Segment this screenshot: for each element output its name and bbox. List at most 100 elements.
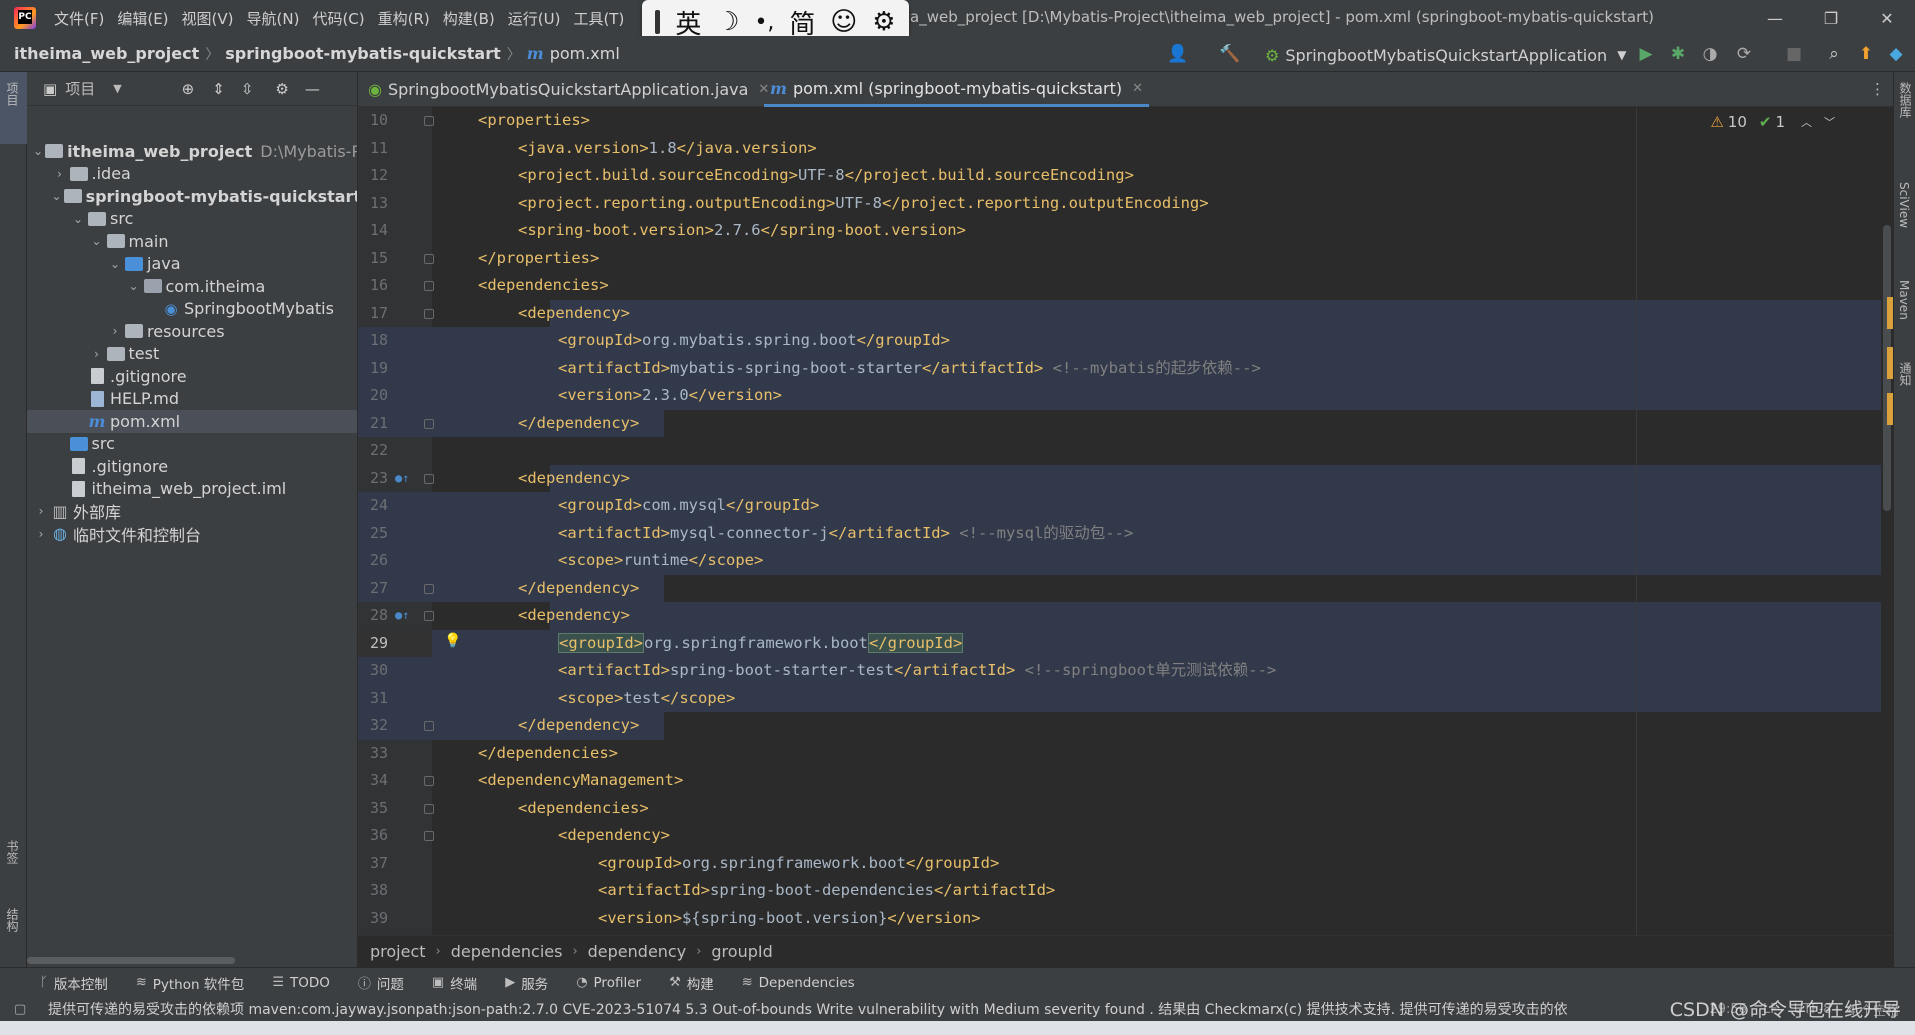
fold-marker-icon[interactable] (424, 583, 434, 594)
tree-item[interactable]: m pom.xml (27, 410, 357, 433)
build-hammer-icon[interactable]: 🔨 (1219, 44, 1240, 64)
more-tabs-icon[interactable]: ⋮ (1870, 80, 1885, 98)
structure-tool-label[interactable]: 结构 (4, 908, 21, 932)
code-line[interactable]: 23 ●↑ <dependency> (358, 464, 1893, 493)
chevron-right-icon[interactable]: › (33, 504, 49, 518)
chevron-up-icon[interactable]: ︿ (1801, 114, 1812, 130)
restore-button[interactable]: ❐ (1803, 0, 1859, 36)
tree-item[interactable]: src (27, 433, 357, 456)
code-line[interactable]: 34 <dependencyManagement> (358, 767, 1893, 795)
user-account-icon[interactable]: 👤 (1167, 44, 1188, 64)
bottom-tool-button[interactable]: ▶ 服务 (505, 973, 548, 993)
maven-dependency-gutter-icon[interactable]: ●↑ (395, 465, 409, 493)
collapse-all-icon[interactable]: ⇳ (241, 80, 254, 98)
code-line[interactable]: 35 <dependencies> (358, 795, 1893, 823)
menu-item[interactable]: 构建(B) (443, 8, 495, 29)
code-line[interactable]: 12 <project.build.sourceEncoding>UTF-8</p… (358, 162, 1893, 190)
maven-dependency-gutter-icon[interactable]: ●↑ (395, 602, 409, 630)
debug-bug-icon[interactable]: ✱ (1668, 44, 1688, 64)
tree-item[interactable]: ⌄ src (27, 208, 357, 231)
chevron-down-icon[interactable]: ⌄ (126, 279, 142, 293)
nav-crumb-project[interactable]: itheima_web_project (14, 44, 199, 63)
fold-marker-icon[interactable] (424, 776, 434, 786)
project-tool-label[interactable]: 项目 (4, 82, 21, 106)
bottom-tool-button[interactable]: ☰ TODO (272, 975, 330, 991)
breadcrumb-item[interactable]: dependency (588, 942, 687, 961)
chevron-down-icon[interactable]: ⌄ (33, 144, 43, 158)
tree-item[interactable]: ⌄ springboot-mybatis-quickstart (27, 185, 358, 208)
fold-marker-icon[interactable] (424, 803, 434, 814)
code-line[interactable]: 28 ●↑ <dependency> (358, 602, 1893, 630)
fold-marker-icon[interactable] (424, 611, 434, 621)
code-line[interactable]: 31 <scope>test</scope> (358, 684, 1893, 712)
ime-script-toggle[interactable]: 简 (789, 4, 815, 41)
run-icon[interactable]: ▶ (1636, 44, 1656, 64)
minimize-button[interactable]: — (1747, 0, 1803, 36)
code-line[interactable]: 11 <java.version>1.8</java.version> (358, 135, 1893, 163)
chevron-down-icon[interactable]: ⌄ (89, 234, 105, 248)
code-line[interactable]: 37 <groupId>org.springframework.boot</gro… (358, 850, 1893, 878)
chevron-down-icon[interactable]: ﹀ (1824, 114, 1835, 130)
chevron-right-icon[interactable]: › (33, 527, 49, 541)
chevron-down-icon[interactable]: ⌄ (70, 212, 86, 226)
tree-item[interactable]: › resources (27, 320, 357, 343)
panel-toggle-icon[interactable]: ▢ (14, 1002, 26, 1017)
bottom-tool-button[interactable]: ᚴ 版本控制 (40, 973, 108, 993)
fold-marker-icon[interactable] (424, 253, 434, 264)
code-line[interactable]: 13 <project.reporting.outputEncoding>UTF-… (358, 190, 1893, 218)
fold-marker-icon[interactable] (424, 473, 434, 484)
code-line[interactable]: 24 <groupId>com.mysql</groupId> (358, 492, 1893, 520)
maven-tool-label[interactable]: Maven (1897, 280, 1911, 320)
chevron-right-icon[interactable]: › (52, 167, 68, 181)
tree-item[interactable]: itheima_web_project.iml (27, 478, 357, 501)
code-line[interactable]: 20 <version>2.3.0</version> (358, 382, 1893, 410)
ime-language-toggle[interactable]: 英 (675, 4, 701, 41)
close-icon[interactable]: ✕ (1132, 81, 1143, 96)
fold-marker-icon[interactable] (424, 116, 434, 126)
menu-item[interactable]: 视图(V) (182, 8, 234, 29)
tree-item[interactable]: › ▥ 外部库 (27, 500, 357, 523)
project-horizontal-scrollbar[interactable] (27, 954, 358, 967)
bottom-tool-button[interactable]: ▣ 终端 (432, 973, 477, 993)
code-editor[interactable]: 10 <properties> 11 <java.version>1.8</java.… (358, 107, 1893, 935)
locate-target-icon[interactable]: ⊕ (182, 80, 195, 98)
search-icon[interactable]: ⌕ (1824, 44, 1844, 64)
tab-java-application[interactable]: ◉ SpringbootMybatisQuickstartApplication… (368, 72, 769, 107)
tree-item[interactable]: › .idea (27, 163, 357, 186)
chevron-right-icon[interactable]: › (89, 347, 105, 361)
code-line[interactable]: 25 <artifactId>mysql-connector-j</artifac… (358, 519, 1893, 547)
menu-item[interactable]: 编辑(E) (117, 8, 168, 29)
hide-panel-icon[interactable]: — (305, 80, 320, 98)
code-line[interactable]: 10 <properties> (358, 107, 1893, 135)
fold-marker-icon[interactable] (424, 831, 434, 841)
tree-item[interactable]: HELP.md (27, 388, 357, 411)
pycharm-logo-icon[interactable]: PC (14, 7, 36, 29)
tree-item[interactable]: ⌄ main (27, 230, 357, 253)
tree-item[interactable]: .gitignore (27, 365, 357, 388)
code-line[interactable]: 14 <spring-boot.version>2.7.6</spring-boo… (358, 217, 1893, 245)
tab-pom-xml[interactable]: m pom.xml (springboot-mybatis-quickstart… (764, 72, 1150, 107)
code-line[interactable]: 39 <version>${spring-boot.version}</versi… (358, 905, 1893, 933)
code-line[interactable]: 33 </dependencies> (358, 740, 1893, 768)
notifications-tool-label[interactable]: 通知 (1897, 362, 1914, 386)
menu-item[interactable]: 工具(T) (573, 8, 624, 29)
fold-marker-icon[interactable] (424, 721, 434, 731)
code-line[interactable]: 27 </dependency> (358, 574, 1893, 602)
editor-vertical-scrollbar[interactable] (1881, 107, 1893, 935)
code-line[interactable]: 15 </properties> (358, 245, 1893, 273)
tree-item[interactable]: ⌄ java (27, 253, 357, 276)
tree-item[interactable]: ⌄ com.itheima (27, 275, 357, 298)
code-line[interactable]: 30 <artifactId>spring-boot-starter-test</… (358, 657, 1893, 685)
menu-item[interactable]: 运行(U) (508, 8, 561, 29)
jetbrains-ai-icon[interactable]: ◆ (1886, 44, 1906, 64)
sciview-tool-label[interactable]: SciView (1897, 182, 1911, 228)
code-line[interactable]: 36 <dependency> (358, 822, 1893, 850)
fold-marker-icon[interactable] (424, 281, 434, 291)
emoji-icon[interactable]: ☺ (830, 7, 857, 37)
menu-item[interactable]: 文件(F) (54, 8, 104, 29)
database-tool-label[interactable]: 数据库 (1897, 82, 1914, 118)
chevron-down-icon[interactable]: ⌄ (52, 189, 62, 203)
close-window-button[interactable]: ✕ (1859, 0, 1915, 36)
breadcrumb-item[interactable]: dependencies (451, 942, 563, 961)
nav-crumb-module[interactable]: springboot-mybatis-quickstart (225, 44, 501, 63)
